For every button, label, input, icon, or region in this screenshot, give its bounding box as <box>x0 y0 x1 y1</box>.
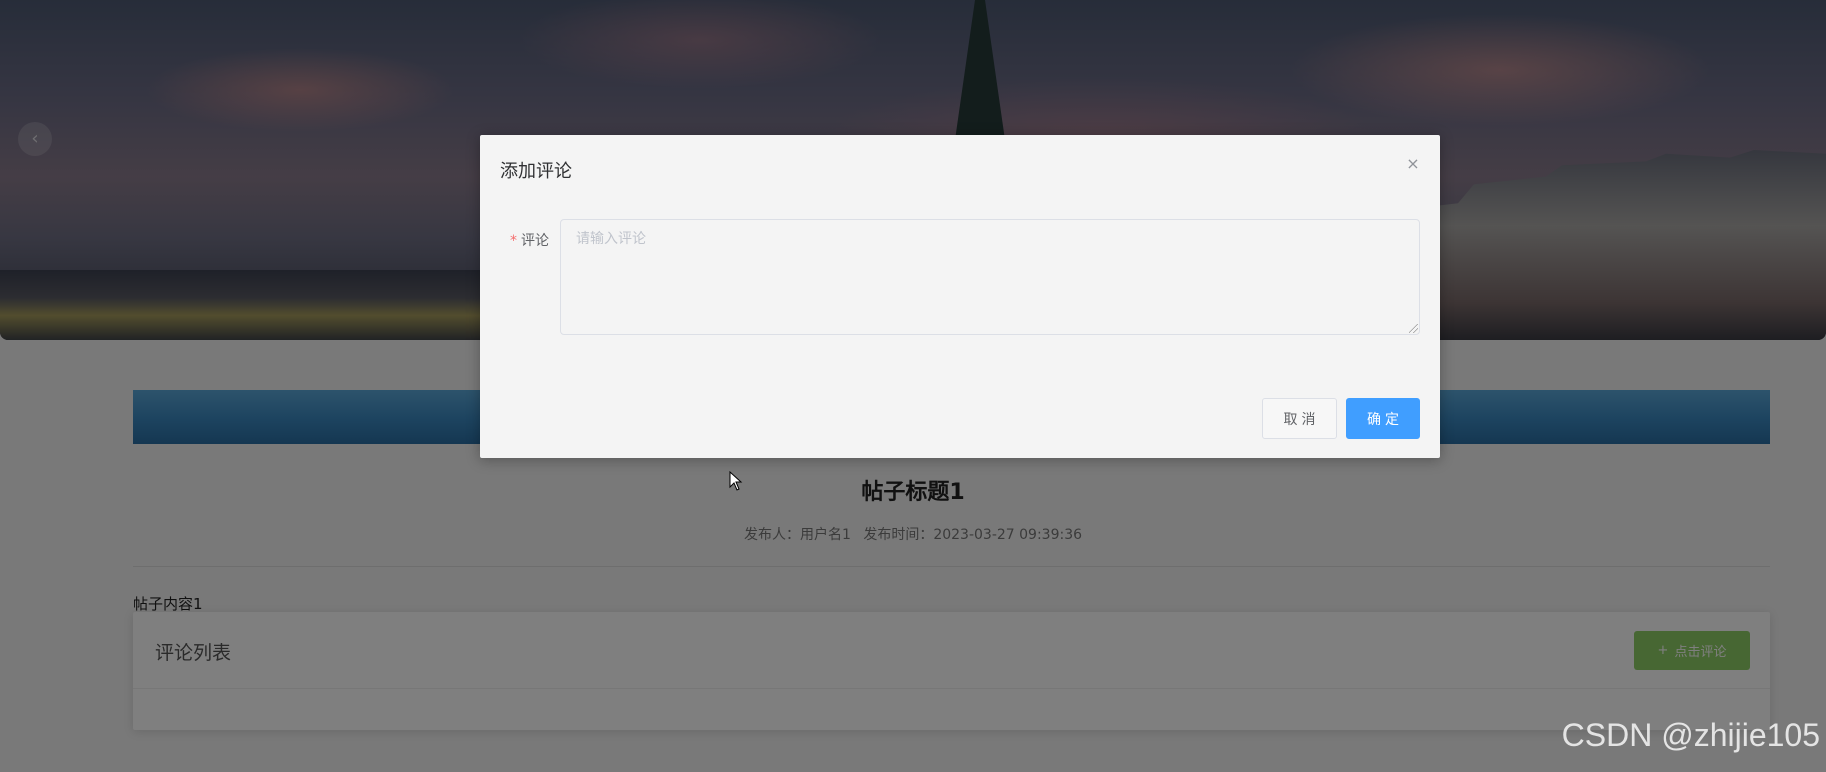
mouse-cursor-icon <box>729 471 743 491</box>
dialog-title: 添加评论 <box>500 161 572 182</box>
resize-handle[interactable] <box>1409 324 1418 333</box>
required-mark: * <box>510 233 517 249</box>
add-comment-dialog: 添加评论 × *评论 取消 确定 <box>480 135 1440 458</box>
comment-label-text: 评论 <box>521 233 549 249</box>
watermark: CSDN @zhijie105 <box>1561 717 1820 753</box>
close-icon[interactable]: × <box>1402 153 1424 175</box>
comment-field-label: * 评论 <box>510 230 549 250</box>
cancel-button[interactable]: 取消 <box>1262 398 1337 439</box>
comment-textarea[interactable] <box>560 219 1420 335</box>
confirm-button[interactable]: 确定 <box>1346 398 1420 439</box>
